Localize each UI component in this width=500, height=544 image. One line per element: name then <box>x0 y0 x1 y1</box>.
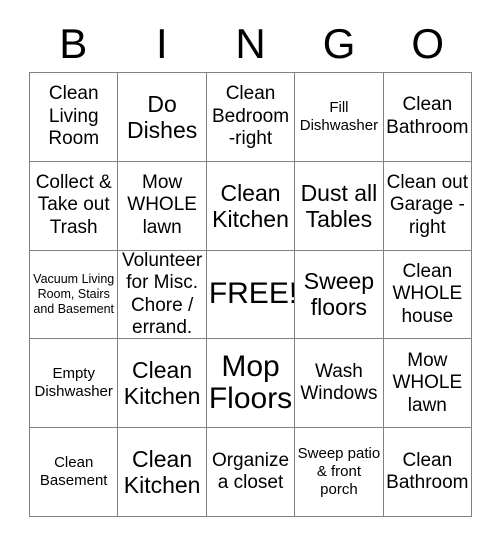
bingo-cell[interactable]: Sweep patio & front porch <box>295 428 384 517</box>
bingo-cell-label: Clean Kitchen <box>123 357 201 410</box>
bingo-row: Vacuum Living Room, Stairs and Basement … <box>30 250 473 340</box>
bingo-row: Clean Basement Clean Kitchen Organize a … <box>30 428 473 517</box>
bingo-cell[interactable]: Do Dishes <box>118 73 207 162</box>
bingo-cell-label: Clean Kitchen <box>212 179 289 232</box>
bingo-cell[interactable]: Clean Bathroom <box>383 73 473 162</box>
bingo-cell[interactable]: Mop Floors <box>206 339 296 429</box>
header-letter-i: I <box>156 20 168 67</box>
bingo-cell-label: Fill Dishwasher <box>299 98 379 134</box>
header-letter-o: O <box>411 20 444 67</box>
bingo-cell-label: Clean out Garage - right <box>386 171 468 238</box>
bingo-cell-label: Clean Bathroom <box>386 449 469 494</box>
bingo-cell-label: Clean Basement <box>39 454 108 490</box>
bingo-cell-label: Clean Living Room <box>48 83 100 150</box>
bingo-cell[interactable]: Volunteer for Misc. Chore / errand. <box>118 250 207 340</box>
bingo-cell[interactable]: Sweep floors <box>295 250 384 340</box>
bingo-cell[interactable]: Clean Living Room <box>30 73 119 162</box>
bingo-cell-label: Clean WHOLE house <box>392 260 463 327</box>
bingo-cell-label: Vacuum Living Room, Stairs and Basement <box>33 271 115 316</box>
bingo-cell[interactable]: Clean out Garage - right <box>383 161 473 251</box>
bingo-cell[interactable]: Organize a closet <box>206 428 296 517</box>
bingo-cell[interactable]: Mow WHOLE lawn <box>383 339 473 429</box>
header-letter-n: N <box>235 20 266 67</box>
bingo-cell[interactable]: Mow WHOLE lawn <box>118 161 207 251</box>
bingo-cell-label: Mow WHOLE lawn <box>392 349 463 416</box>
bingo-row: Collect & Take out Trash Mow WHOLE lawn … <box>30 161 473 251</box>
bingo-cell[interactable]: Clean Bathroom <box>383 428 473 517</box>
bingo-row: Empty Dishwasher Clean Kitchen Mop Floor… <box>30 339 473 429</box>
bingo-cell-label: Empty Dishwasher <box>34 365 113 401</box>
bingo-cell[interactable]: Vacuum Living Room, Stairs and Basement <box>30 250 119 340</box>
bingo-card: B I N G O Clean Living Room Do Dishes Cl… <box>29 16 473 517</box>
bingo-cell[interactable]: Empty Dishwasher <box>30 339 119 429</box>
bingo-cell[interactable]: Wash Windows <box>295 339 384 429</box>
bingo-cell[interactable]: Clean Bedroom -right <box>206 73 296 162</box>
bingo-cell[interactable]: Collect & Take out Trash <box>30 161 119 251</box>
bingo-cell-label: FREE! <box>208 277 296 311</box>
bingo-cell-label: Sweep floors <box>303 268 375 321</box>
bingo-row: Clean Living Room Do Dishes Clean Bedroo… <box>30 73 473 162</box>
bingo-cell-label: Clean Bedroom -right <box>211 83 290 150</box>
bingo-cell[interactable]: Clean Basement <box>30 428 119 517</box>
bingo-cell-free[interactable]: FREE! <box>206 250 296 340</box>
bingo-cell[interactable]: Clean Kitchen <box>206 161 296 251</box>
bingo-cell-label: Dust all Tables <box>300 179 378 232</box>
bingo-cell[interactable]: Clean Kitchen <box>118 428 207 517</box>
bingo-cell-label: Organize a closet <box>211 449 290 494</box>
bingo-cell-label: Wash Windows <box>300 360 378 405</box>
bingo-cell[interactable]: Clean WHOLE house <box>383 250 473 340</box>
bingo-cell-label: Do Dishes <box>126 90 198 143</box>
bingo-cell-label: Mow WHOLE lawn <box>127 171 197 238</box>
bingo-cell[interactable]: Dust all Tables <box>295 161 384 251</box>
header-letter-b: B <box>59 20 88 67</box>
header-letter-g: G <box>322 20 356 67</box>
bingo-header: B I N G O <box>29 16 472 72</box>
bingo-cell-label: Collect & Take out Trash <box>35 171 112 238</box>
bingo-cell[interactable]: Fill Dishwasher <box>295 73 384 162</box>
bingo-cell-label: Clean Bathroom <box>386 94 469 138</box>
bingo-cell-label: Mop Floors <box>208 350 293 416</box>
bingo-grid: Clean Living Room Do Dishes Clean Bedroo… <box>29 72 473 517</box>
bingo-cell-label: Sweep patio & front porch <box>297 445 381 499</box>
bingo-cell-label: Clean Kitchen <box>123 446 201 499</box>
bingo-cell[interactable]: Clean Kitchen <box>118 339 207 429</box>
bingo-cell-label: Volunteer for Misc. Chore / errand. <box>121 250 203 338</box>
